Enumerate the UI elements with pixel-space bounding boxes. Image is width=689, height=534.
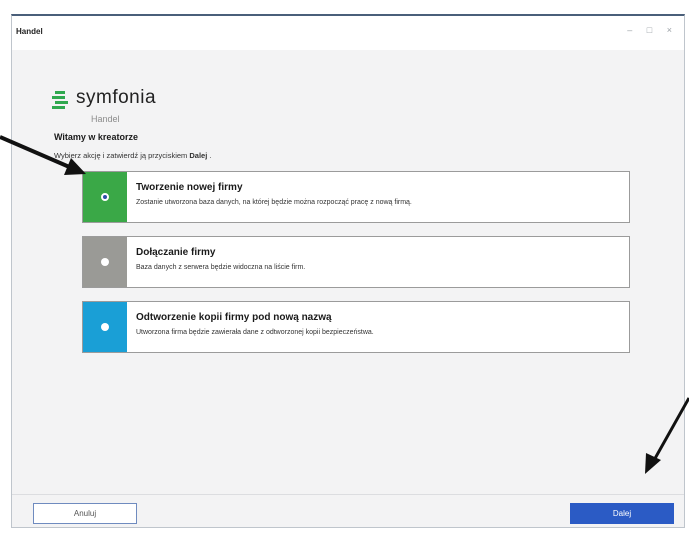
- arrow-to-next-button: [645, 397, 689, 474]
- annotation-arrows: [0, 135, 689, 474]
- arrow-to-first-option: [0, 135, 86, 175]
